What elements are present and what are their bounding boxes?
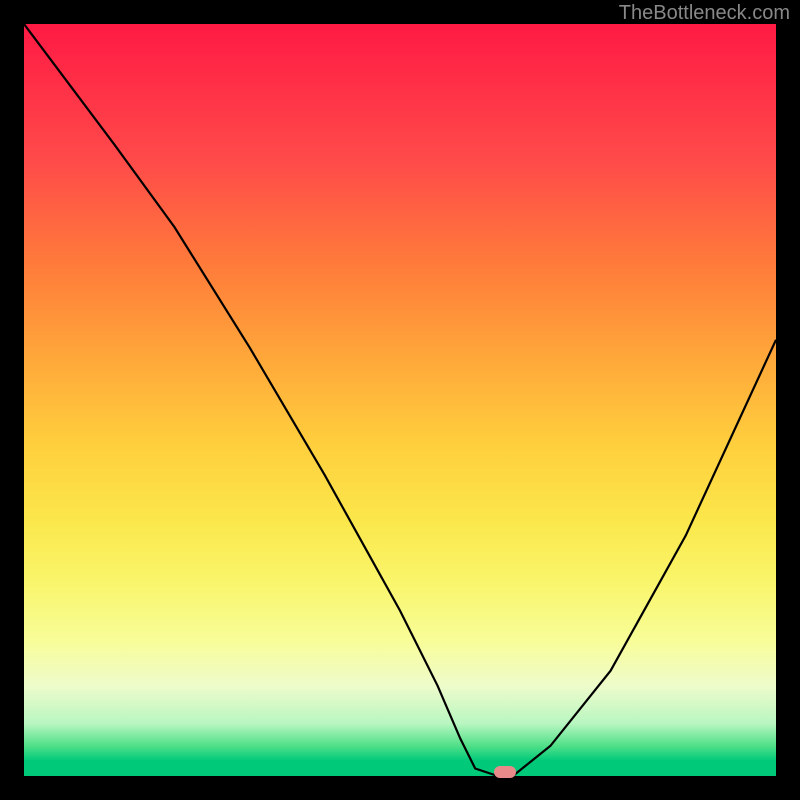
- plot-area: [24, 24, 776, 776]
- attribution-text: TheBottleneck.com: [619, 2, 790, 25]
- bottleneck-curve: [24, 24, 776, 776]
- chart-frame: TheBottleneck.com: [0, 0, 800, 800]
- optimum-marker: [494, 766, 516, 778]
